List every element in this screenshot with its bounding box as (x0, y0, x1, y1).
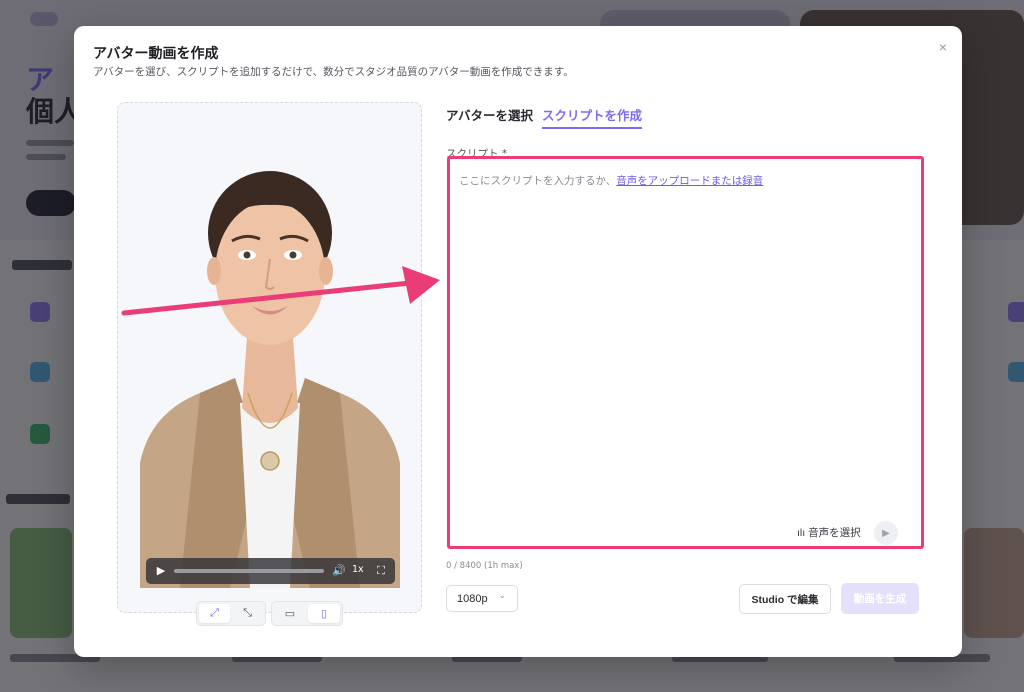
play-icon[interactable]: ▶ (152, 562, 170, 580)
voice-select-label: 音声を選択 (808, 527, 861, 539)
voice-play-icon[interactable]: ▶ (874, 521, 898, 545)
landscape-icon[interactable]: ▭ (274, 604, 306, 623)
playback-speed[interactable]: 1x (352, 564, 364, 575)
resolution-value: 1080p (457, 592, 488, 605)
char-count: 0 / 8400 (1h max) (446, 561, 523, 571)
modal-subtitle: アバターを選び、スクリプトを追加するだけで、数分でスタジオ品質のアバター動画を作… (93, 66, 574, 78)
create-avatar-video-modal: アバター動画を作成 アバターを選び、スクリプトを追加するだけで、数分でスタジオ品… (74, 26, 962, 657)
edit-in-studio-button[interactable]: Studio で編集 (739, 584, 831, 614)
chevron-down-icon: ⌄ (499, 591, 506, 600)
waveform-icon: ılı (797, 527, 809, 539)
script-placeholder: ここにスクリプトを入力するか、音声をアップロードまたは録音 (459, 173, 763, 188)
expand-icon[interactable]: ⤢ (199, 604, 230, 623)
tab-select-avatar[interactable]: アバターを選択 (446, 105, 533, 127)
close-icon[interactable]: × (934, 38, 952, 56)
fullscreen-icon[interactable]: ⛶ (372, 562, 390, 580)
avatar-image (140, 171, 400, 588)
generate-video-button[interactable]: 動画を生成 (841, 583, 919, 614)
modal-title: アバター動画を作成 (93, 46, 219, 62)
portrait-icon[interactable]: ▯ (308, 604, 340, 623)
placeholder-text: ここにスクリプトを入力するか、 (459, 175, 617, 187)
shrink-icon[interactable]: ⤡ (232, 604, 263, 623)
tab-write-script[interactable]: スクリプトを作成 (542, 105, 643, 129)
fit-controls: ⤢ ⤡ (196, 601, 266, 626)
script-input[interactable]: ここにスクリプトを入力するか、音声をアップロードまたは録音 ılı 音声を選択 … (447, 156, 924, 549)
orientation-controls: ▭ ▯ (271, 601, 343, 626)
upload-audio-link[interactable]: 音声をアップロードまたは録音 (616, 175, 763, 187)
voice-select-button[interactable]: ılı 音声を選択 (797, 525, 861, 540)
avatar-preview: ▶ 🔊 1x ⛶ (117, 102, 422, 613)
video-player-controls: ▶ 🔊 1x ⛶ (146, 558, 395, 584)
volume-icon[interactable]: 🔊 (330, 562, 348, 580)
progress-track[interactable] (174, 569, 324, 573)
resolution-select[interactable]: 1080p ⌄ (446, 585, 518, 612)
